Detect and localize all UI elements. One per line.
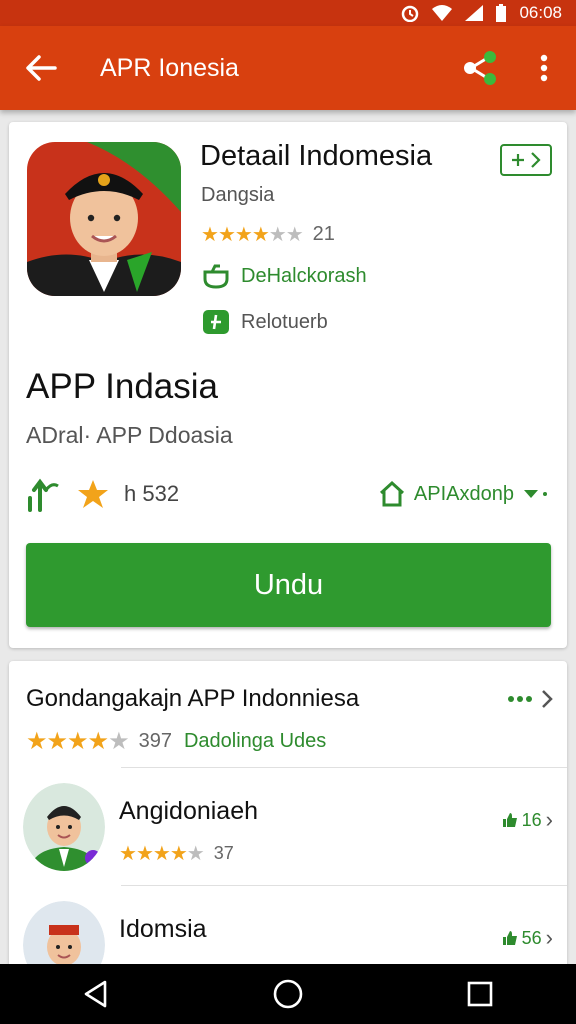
add-to-list-icon — [512, 152, 541, 168]
nav-recent-button[interactable] — [450, 964, 510, 1024]
stats-row: h 532 APIAxdonþ — [26, 474, 548, 514]
similar-apps-card: Gondangakajn APP Indonniesa ★★★★★ 397 Da… — [9, 661, 567, 981]
status-time: 06:08 — [519, 3, 562, 22]
star-half-icon: ★ — [251, 224, 270, 246]
star-icon: ★ — [67, 728, 88, 755]
chevron-right-icon: › — [545, 807, 553, 832]
trend-up-icon — [28, 478, 59, 512]
thumbs-up-icon — [502, 813, 517, 827]
home-icon — [379, 480, 404, 507]
wifi-icon — [431, 4, 453, 22]
more-vert-icon — [540, 54, 548, 82]
item-name: Angidoniaeh — [119, 797, 259, 825]
divider — [121, 885, 567, 886]
item-badge: 56 › — [502, 925, 553, 951]
app-detail-card: Detaail Indomesia Dangsia ★★★★★★ 21 DeHa… — [9, 122, 567, 648]
back-button[interactable] — [0, 26, 82, 110]
star-icon: ★ — [217, 224, 236, 246]
star-icon: ★ — [46, 728, 68, 755]
category-row[interactable]: Relotuerb — [201, 308, 328, 336]
star-half-icon: ★ — [87, 728, 109, 755]
divider — [121, 767, 567, 768]
star-rating: ★★★★★ — [119, 841, 205, 866]
nav-home-button[interactable] — [258, 964, 318, 1024]
list-item[interactable]: Angidoniaeh ★★★★★ 37 16 › — [9, 771, 567, 889]
similar-header[interactable]: Gondangakajn APP Indonniesa ★★★★★ 397 Da… — [9, 661, 567, 765]
add-to-list-button[interactable] — [500, 144, 552, 176]
thumbs-up-icon — [502, 931, 517, 945]
share-icon — [464, 51, 496, 85]
star-icon: ★ — [234, 224, 253, 246]
item-badge-value: 16 — [521, 809, 542, 830]
stat-right-label: APIAxdonþ — [413, 482, 514, 505]
nav-back-button[interactable] — [66, 964, 126, 1024]
star-icon — [78, 480, 108, 508]
star-empty-icon: ★ — [268, 224, 287, 246]
more-horiz-icon — [508, 696, 532, 702]
similar-rating-count: 397 — [138, 730, 172, 752]
rating-count: 21 — [312, 223, 335, 245]
system-nav-bar — [0, 964, 576, 1024]
pot-icon — [201, 262, 231, 290]
star-icon: ★ — [119, 843, 137, 865]
alarm-icon — [399, 4, 421, 23]
chevron-down-icon — [524, 490, 547, 498]
app-bar-title: APR Ionesia — [100, 53, 239, 82]
install-button[interactable]: Undu — [26, 543, 551, 627]
more-options-button[interactable] — [524, 38, 564, 98]
star-empty-icon: ★ — [108, 728, 129, 755]
star-icon: ★ — [169, 843, 188, 865]
star-icon: ★ — [26, 728, 47, 755]
feature-label: DeHalckorash — [241, 264, 367, 287]
triangle-back-icon — [84, 980, 107, 1008]
similar-highlight[interactable]: Dadolinga Udes — [184, 730, 326, 753]
app-name: Detaail Indomesia — [200, 140, 433, 172]
item-rating-count: 37 — [213, 843, 234, 863]
item-rating: ★★★★★ 37 — [119, 841, 234, 866]
stats-left: h 532 — [26, 476, 179, 512]
avatar — [23, 783, 105, 871]
item-badge: 16 › — [502, 807, 553, 833]
item-name: Idomsia — [119, 915, 207, 943]
similar-title: Gondangakajn APP Indonniesa — [26, 685, 360, 712]
arrow-left-icon — [26, 55, 57, 81]
app-subheadline: ADral· APP Ddoasia — [26, 422, 233, 448]
see-more-button[interactable] — [507, 689, 553, 709]
square-recent-icon — [467, 981, 493, 1007]
star-rating: ★★★★★★ — [201, 222, 304, 247]
stat-value: h 532 — [124, 481, 180, 506]
item-badge-value: 56 — [521, 927, 542, 948]
app-bar: APR Ionesia — [0, 26, 576, 110]
battery-icon — [495, 4, 509, 22]
status-bar: 06:08 — [0, 0, 576, 26]
share-button[interactable] — [450, 38, 510, 98]
star-icon: ★ — [201, 224, 219, 246]
category-label: Relotuerb — [241, 310, 328, 333]
app-icon[interactable] — [27, 142, 181, 296]
chevron-right-icon — [542, 690, 553, 708]
stat-right[interactable]: APIAxdonþ — [378, 480, 548, 508]
similar-rating: ★★★★★ 397 Dadolinga Udes — [26, 727, 326, 756]
star-icon: ★ — [152, 843, 171, 865]
developer-name[interactable]: Dangsia — [201, 184, 274, 207]
chevron-right-icon: › — [545, 925, 553, 950]
signal-icon — [463, 4, 485, 22]
star-icon: ★ — [135, 843, 154, 865]
category-icon — [201, 308, 231, 336]
star-empty-icon: ★ — [186, 843, 205, 865]
app-rating: ★★★★★★ 21 — [201, 222, 335, 247]
star-rating: ★★★★★ — [26, 727, 130, 756]
circle-home-icon — [273, 979, 303, 1009]
star-empty-icon: ★ — [285, 224, 304, 246]
feature-row[interactable]: DeHalckorash — [201, 262, 367, 290]
app-headline: APP Indasia — [26, 367, 218, 406]
